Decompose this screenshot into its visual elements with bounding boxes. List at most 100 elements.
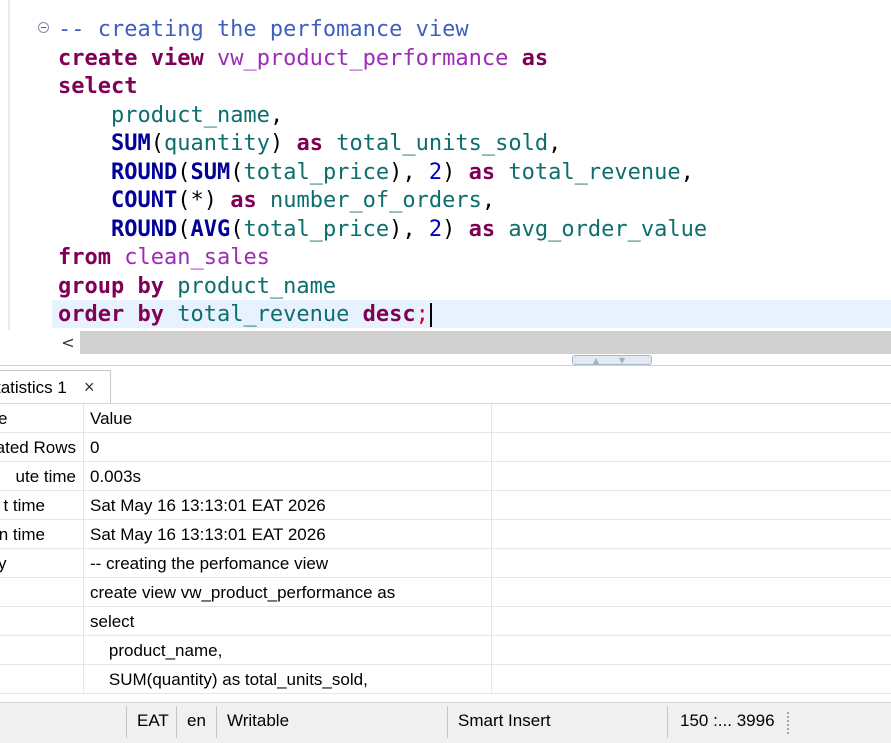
- status-divider: [216, 706, 217, 738]
- code-line-7[interactable]: COUNT(*) as number_of_orders,: [58, 187, 495, 215]
- table-row[interactable]: n time Sat May 16 13:13:01 EAT 2026: [0, 520, 891, 549]
- header-value-cell[interactable]: Value: [84, 404, 492, 433]
- punctuation: ),: [389, 217, 416, 242]
- tab-statistics[interactable]: tatistics 1 ×: [0, 370, 111, 403]
- grid-header-row: e Value: [0, 404, 891, 433]
- row-name-text: y: [0, 549, 7, 578]
- row-name-cell: n time: [0, 520, 84, 549]
- punctuation: (: [177, 160, 191, 185]
- table-row[interactable]: ated Rows 0: [0, 433, 891, 462]
- column-name: quantity: [163, 131, 270, 156]
- table-row[interactable]: product_name,: [0, 636, 891, 665]
- punctuation: ),: [389, 160, 416, 185]
- scrollbar-track[interactable]: [80, 331, 891, 354]
- row-name-cell: ated Rows: [0, 433, 84, 462]
- punctuation: (*): [177, 188, 217, 213]
- up-down-arrows-icon[interactable]: ▲ ▼: [572, 355, 652, 365]
- row-name-text: ated Rows: [0, 438, 76, 457]
- column-name: total_revenue: [177, 302, 350, 327]
- row-value-cell: product_name,: [84, 636, 492, 665]
- table-row[interactable]: ute time 0.003s: [0, 462, 891, 491]
- keyword: as: [468, 160, 496, 185]
- punctuation: ): [442, 160, 456, 185]
- row-name-cell: y: [0, 549, 84, 578]
- keyword: desc: [362, 302, 416, 327]
- status-writable[interactable]: Writable: [227, 703, 289, 741]
- keyword: order by: [58, 302, 164, 327]
- row-name-cell: [0, 665, 84, 694]
- code-line-8[interactable]: ROUND(AVG(total_price), 2) as avg_order_…: [58, 216, 707, 244]
- status-bar: EAT en Writable Smart Insert 150 :... 39…: [0, 702, 891, 743]
- statistics-grid: e Value ated Rows 0 ute time 0.003s t ti…: [0, 404, 891, 701]
- column-name: product_name: [177, 274, 337, 299]
- number-literal: 2: [428, 160, 443, 185]
- tab-label: tatistics 1: [0, 378, 67, 397]
- keyword: as: [230, 188, 257, 213]
- table-row[interactable]: SUM(quantity) as total_units_sold,: [0, 665, 891, 694]
- row-name-cell: [0, 636, 84, 665]
- punctuation: (: [230, 160, 244, 185]
- close-icon[interactable]: ×: [84, 371, 95, 404]
- status-cursor-position[interactable]: 150 :... 3996: [680, 703, 775, 741]
- function-name: ROUND: [110, 160, 178, 185]
- sql-editor[interactable]: -- creating the perfomance view create v…: [0, 0, 891, 330]
- alias-name: total_units_sold: [336, 131, 549, 156]
- punctuation: ,: [548, 131, 562, 156]
- horizontal-scrollbar[interactable]: <: [52, 331, 891, 354]
- code-line-5[interactable]: SUM(quantity) as total_units_sold,: [58, 130, 561, 158]
- code-line-4[interactable]: product_name,: [58, 102, 283, 130]
- results-tab-bar: tatistics 1 ×: [0, 366, 891, 404]
- row-value-cell: Sat May 16 13:13:01 EAT 2026: [84, 491, 492, 520]
- punctuation: (: [230, 217, 244, 242]
- number-literal: 2: [428, 217, 443, 242]
- status-divider: [667, 706, 668, 738]
- keyword: as: [521, 46, 549, 71]
- keyword: from: [58, 245, 111, 270]
- punctuation: ): [442, 217, 456, 242]
- table-row[interactable]: t time Sat May 16 13:13:01 EAT 2026: [0, 491, 891, 520]
- code-line-1[interactable]: -- creating the perfomance view: [58, 16, 469, 44]
- column-name: product_name: [110, 103, 270, 128]
- row-name-cell: ute time: [0, 462, 84, 491]
- punctuation: ,: [269, 103, 284, 128]
- panel-splitter[interactable]: ▲ ▼: [0, 355, 891, 366]
- function-name: COUNT: [110, 188, 178, 213]
- function-name: SUM: [110, 131, 151, 156]
- status-insert-mode[interactable]: Smart Insert: [458, 703, 551, 741]
- keyword: select: [58, 74, 138, 99]
- code-line-2[interactable]: create view vw_product_performance as: [58, 45, 548, 73]
- semicolon: ;: [415, 302, 429, 327]
- status-divider: [126, 706, 127, 738]
- code-line-10[interactable]: group by product_name: [58, 273, 336, 301]
- status-locale[interactable]: en: [187, 703, 206, 741]
- row-value-cell: create view vw_product_performance as: [84, 578, 492, 607]
- column-name: total_price: [243, 217, 390, 242]
- alias-name: number_of_orders: [269, 188, 482, 213]
- row-name-text: t time: [3, 496, 45, 515]
- table-row[interactable]: select: [0, 607, 891, 636]
- table-row[interactable]: create view vw_product_performance as: [0, 578, 891, 607]
- table-row[interactable]: y -- creating the perfomance view: [0, 549, 891, 578]
- chevron-left-icon[interactable]: <: [58, 332, 78, 353]
- code-line-6[interactable]: ROUND(SUM(total_price), 2) as total_reve…: [58, 159, 694, 187]
- sql-comment: -- creating the perfomance view: [58, 17, 469, 42]
- header-name-cell[interactable]: e: [0, 404, 84, 433]
- row-value-cell: Sat May 16 13:13:01 EAT 2026: [84, 520, 492, 549]
- drag-grip-icon[interactable]: [786, 711, 790, 735]
- row-value-cell: 0: [84, 433, 492, 462]
- function-name: AVG: [190, 217, 231, 242]
- code-line-11[interactable]: order by total_revenue desc;: [58, 301, 432, 329]
- row-value-cell: -- creating the perfomance view: [84, 549, 492, 578]
- status-timezone[interactable]: EAT: [137, 703, 169, 741]
- row-name-cell: t time: [0, 491, 84, 520]
- keyword: as: [468, 217, 496, 242]
- editor-gutter: [8, 0, 10, 330]
- view-name: vw_product_performance: [216, 46, 509, 71]
- code-line-9[interactable]: from clean_sales: [58, 244, 270, 272]
- text-cursor: [429, 303, 432, 327]
- collapse-minus-icon[interactable]: [38, 22, 49, 33]
- punctuation: (: [177, 217, 191, 242]
- row-name-cell: [0, 578, 84, 607]
- keyword: as: [296, 131, 323, 156]
- code-line-3[interactable]: select: [58, 73, 137, 101]
